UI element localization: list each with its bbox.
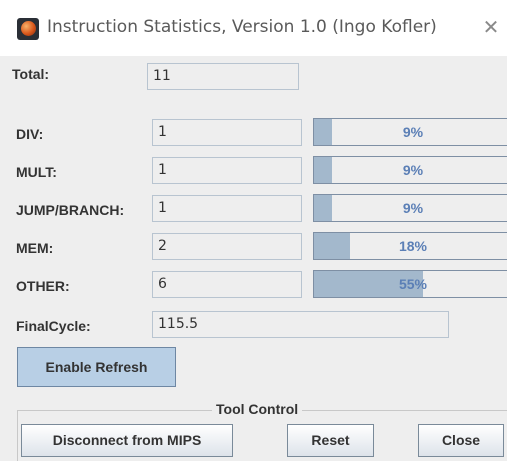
other-count-field[interactable]: 6	[152, 271, 302, 298]
jump-branch-progress-bar: 9%	[313, 194, 507, 222]
jump-branch-label: JUMP/BRANCH:	[16, 202, 125, 218]
reset-button[interactable]: Reset	[287, 424, 374, 457]
final-cycle-field[interactable]: 115.5	[152, 311, 449, 338]
final-cycle-label: FinalCycle:	[16, 318, 91, 334]
enable-refresh-button[interactable]: Enable Refresh	[17, 347, 176, 387]
mem-percent-text: 18%	[398, 238, 428, 254]
total-field[interactable]: 11	[147, 63, 299, 90]
div-percent-text: 9%	[402, 124, 424, 140]
total-label: Total:	[12, 66, 50, 82]
mult-count-field[interactable]: 1	[152, 157, 302, 184]
mem-label: MEM:	[16, 240, 54, 256]
div-progress-bar: 9%	[313, 118, 507, 146]
window-title: Instruction Statistics, Version 1.0 (Ing…	[47, 17, 437, 37]
jump-branch-percent-text: 9%	[402, 200, 424, 216]
mult-label: MULT:	[16, 164, 57, 180]
tool-control-border-left	[17, 410, 18, 461]
other-percent-text: 55%	[398, 276, 428, 292]
window-title-bar: Instruction Statistics, Version 1.0 (Ing…	[0, 0, 507, 56]
mult-percent-text: 9%	[402, 162, 424, 178]
close-icon[interactable]: ✕	[480, 16, 502, 38]
div-label: DIV:	[16, 126, 44, 142]
mars-planet-icon	[17, 18, 39, 40]
close-button[interactable]: Close	[418, 424, 504, 457]
other-progress-bar: 55%	[313, 270, 507, 298]
div-count-field[interactable]: 1	[152, 119, 302, 146]
tool-control-caption: Tool Control	[212, 401, 303, 417]
mem-count-field[interactable]: 2	[152, 233, 302, 260]
mult-progress-bar: 9%	[313, 156, 507, 184]
mem-progress-bar: 18%	[313, 232, 507, 260]
other-label: OTHER:	[16, 278, 70, 294]
jump-branch-count-field[interactable]: 1	[152, 195, 302, 222]
disconnect-button[interactable]: Disconnect from MIPS	[21, 424, 233, 457]
